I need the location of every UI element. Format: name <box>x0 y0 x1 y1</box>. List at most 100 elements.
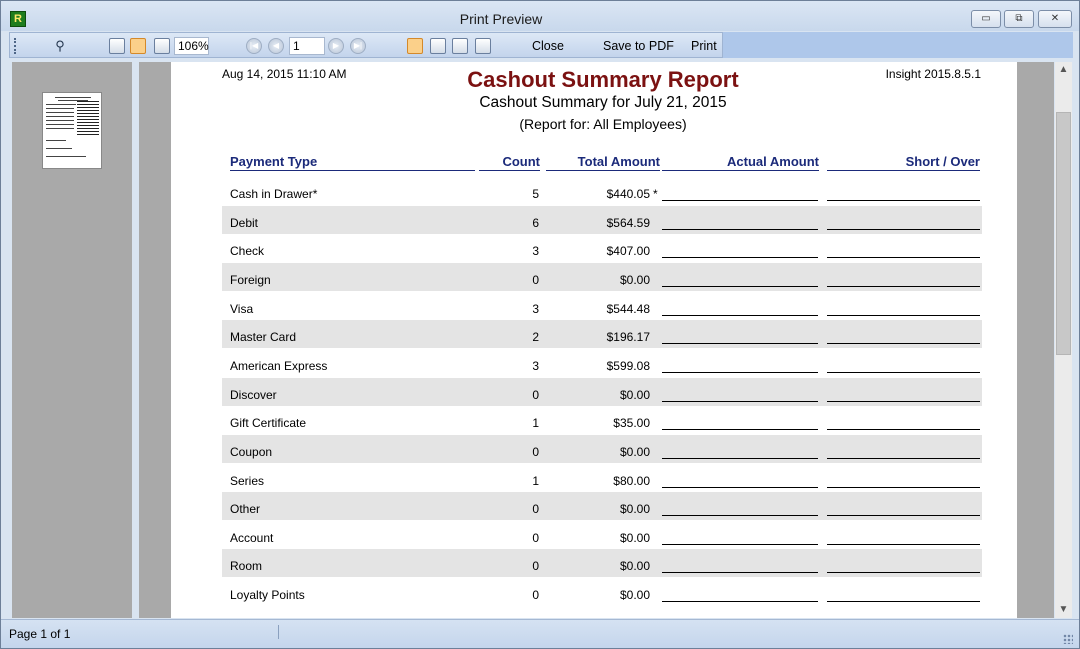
two-pages-icon[interactable] <box>452 38 468 54</box>
actual-amount-blank <box>662 314 818 316</box>
table-row: Cash in Drawer* 5 $440.05 * <box>222 177 982 205</box>
table-row: Coupon 0 $0.00 <box>222 434 982 463</box>
total-amount-cell: $440.05 <box>606 187 650 201</box>
report-viewer[interactable]: Aug 14, 2015 11:10 AM Cashout Summary Re… <box>139 62 1054 618</box>
page-width-icon[interactable] <box>154 38 170 54</box>
short-over-blank <box>827 200 980 201</box>
title-bar: R Print Preview ▭ ⧉ ✕ <box>1 1 1079 31</box>
actual-amount-blank <box>662 200 818 201</box>
count-cell: 5 <box>532 187 539 201</box>
total-amount-cell: $599.08 <box>606 358 650 373</box>
page-setup-icon[interactable] <box>130 38 146 54</box>
multiple-pages-icon[interactable] <box>475 38 491 54</box>
payment-type-cell: Master Card <box>230 330 297 345</box>
previous-page-icon[interactable]: ◀ <box>268 38 284 54</box>
table-row: Other 0 $0.00 <box>222 492 982 521</box>
single-page-icon[interactable] <box>407 38 423 54</box>
total-amount-cell: $0.00 <box>619 444 650 459</box>
print-preview-window: R Print Preview ▭ ⧉ ✕ ⚲ 106% |◀ ◀ 1 ▶ ▶|… <box>0 0 1080 649</box>
short-over-blank <box>827 601 980 603</box>
toolbar-empty-area <box>723 32 1073 58</box>
table-row: Debit 6 $564.59 <box>222 205 982 234</box>
scroll-thumb[interactable] <box>1056 112 1071 355</box>
short-over-blank <box>827 543 980 545</box>
payment-type-cell: Check <box>230 244 265 259</box>
vertical-scrollbar[interactable]: ▲ ▼ <box>1055 62 1072 618</box>
close-button[interactable]: Close <box>532 39 564 53</box>
actual-amount-blank <box>662 343 818 345</box>
report-page: Aug 14, 2015 11:10 AM Cashout Summary Re… <box>171 62 1017 618</box>
total-amount-cell: $544.48 <box>606 301 650 316</box>
short-over-blank <box>827 486 980 488</box>
restore-button[interactable]: ⧉ <box>1004 10 1034 28</box>
table-row: Loyalty Points 0 $0.00 <box>222 578 982 606</box>
page-number-field[interactable]: 1 <box>289 37 325 55</box>
preview-toolbar: ⚲ 106% |◀ ◀ 1 ▶ ▶| Close Save to PDF Pri… <box>9 32 723 58</box>
count-cell: 6 <box>532 215 539 230</box>
table-row: Account 0 $0.00 <box>222 521 982 549</box>
actual-amount-blank <box>662 543 818 545</box>
count-cell: 1 <box>532 473 539 488</box>
payment-type-cell: Other <box>230 502 261 517</box>
thumbnail-pane <box>12 62 132 618</box>
count-cell: 2 <box>532 330 539 345</box>
first-page-icon[interactable]: |◀ <box>246 38 262 54</box>
print-button[interactable]: Print <box>691 39 717 53</box>
payment-type-cell: Room <box>230 559 263 574</box>
payment-type-cell: Account <box>230 530 274 545</box>
total-amount-cell: $35.00 <box>613 416 650 431</box>
table-row: Series 1 $80.00 <box>222 464 982 492</box>
status-bar: Page 1 of 1 <box>1 619 1079 648</box>
table-row: Room 0 $0.00 <box>222 549 982 578</box>
actual-amount-blank <box>662 572 818 574</box>
header-actual-amount: Actual Amount <box>662 154 819 171</box>
scroll-down-icon[interactable]: ▼ <box>1055 602 1072 618</box>
toolbar-grip[interactable] <box>14 38 16 54</box>
total-amount-cell: $0.00 <box>619 588 650 603</box>
table-row: American Express 3 $599.08 <box>222 349 982 377</box>
short-over-blank <box>827 343 980 345</box>
header-payment-type: Payment Type <box>230 154 475 171</box>
save-to-pdf-button[interactable]: Save to PDF <box>603 39 674 53</box>
count-cell: 0 <box>532 530 539 545</box>
resize-grip-icon[interactable] <box>1063 634 1073 644</box>
last-page-icon[interactable]: ▶| <box>350 38 366 54</box>
count-cell: 1 <box>532 416 539 431</box>
payment-type-cell: Coupon <box>230 444 273 459</box>
payment-type-cell: American Express <box>230 358 328 373</box>
page-thumbnail[interactable] <box>42 92 102 169</box>
header-count: Count <box>479 154 540 171</box>
count-cell: 0 <box>532 588 539 603</box>
short-over-blank <box>827 314 980 316</box>
table-row: Check 3 $407.00 <box>222 234 982 262</box>
actual-amount-blank <box>662 257 818 259</box>
report-subtitle: Cashout Summary for July 21, 2015 <box>479 94 727 111</box>
total-amount-cell: $0.00 <box>619 272 650 287</box>
minimize-button[interactable]: ▭ <box>971 10 1001 28</box>
count-cell: 0 <box>532 444 539 459</box>
note-mark: * <box>653 187 658 201</box>
scroll-up-icon[interactable]: ▲ <box>1055 62 1072 78</box>
count-cell: 3 <box>532 301 539 316</box>
thumbnails-toggle-icon[interactable] <box>109 38 125 54</box>
actual-amount-blank <box>662 228 818 230</box>
actual-amount-blank <box>662 515 818 517</box>
short-over-blank <box>827 228 980 230</box>
count-cell: 0 <box>532 387 539 402</box>
short-over-blank <box>827 572 980 574</box>
actual-amount-blank <box>662 285 818 287</box>
short-over-blank <box>827 429 980 431</box>
continuous-page-icon[interactable] <box>430 38 446 54</box>
short-over-blank <box>827 285 980 287</box>
table-row: Discover 0 $0.00 <box>222 377 982 406</box>
header-total-amount: Total Amount <box>546 154 660 171</box>
find-icon[interactable]: ⚲ <box>52 38 68 54</box>
short-over-blank <box>827 457 980 459</box>
count-cell: 3 <box>532 244 539 259</box>
zoom-field[interactable]: 106% <box>174 37 209 55</box>
count-cell: 0 <box>532 272 539 287</box>
next-page-icon[interactable]: ▶ <box>328 38 344 54</box>
close-window-button[interactable]: ✕ <box>1038 10 1072 28</box>
short-over-blank <box>827 400 980 402</box>
table-row: Master Card 2 $196.17 <box>222 320 982 349</box>
